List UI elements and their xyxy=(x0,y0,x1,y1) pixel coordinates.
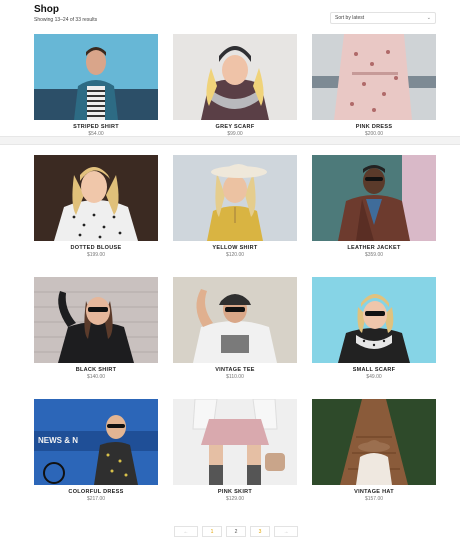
product-price: $157.00 xyxy=(364,496,384,502)
product-image-vintage-hat[interactable] xyxy=(312,399,436,485)
sort-select-label: Sort by latest xyxy=(335,15,365,21)
product-card[interactable]: DOTTED BLOUSE $199.00 xyxy=(34,155,158,259)
product-card[interactable]: YELLOW SHIRT $120.00 xyxy=(173,155,297,259)
product-image-black-shirt[interactable] xyxy=(34,277,158,363)
product-grid: STRIPED SHIRT $54.00 GREY SCARF $99.00 P… xyxy=(34,34,436,504)
product-price: $129.00 xyxy=(225,496,245,502)
product-name[interactable]: STRIPED SHIRT xyxy=(34,124,158,130)
next-page-button[interactable]: → xyxy=(274,526,298,537)
svg-text:NEWS & N: NEWS & N xyxy=(38,436,78,445)
product-name[interactable]: VINTAGE TEE xyxy=(173,367,297,373)
product-name[interactable]: GREY SCARF xyxy=(173,124,297,130)
product-name[interactable]: VINTAGE HAT xyxy=(312,489,436,495)
product-name[interactable]: COLORFUL DRESS xyxy=(34,489,158,495)
product-card[interactable]: BLACK SHIRT $140.00 xyxy=(34,277,158,381)
product-card[interactable]: VINTAGE HAT $157.00 xyxy=(312,399,436,503)
page-3-button[interactable]: 3 xyxy=(250,526,270,537)
product-name[interactable]: PINK SKIRT xyxy=(173,489,297,495)
product-image-dotted-blouse[interactable] xyxy=(34,155,158,241)
page-title: Shop xyxy=(34,4,59,15)
product-image-yellow-shirt[interactable] xyxy=(173,155,297,241)
product-card[interactable]: PINK DRESS $200.00 xyxy=(312,34,436,138)
product-image-striped-shirt[interactable] xyxy=(34,34,158,120)
product-name[interactable]: BLACK SHIRT xyxy=(34,367,158,373)
product-card[interactable]: VINTAGE TEE $110.00 xyxy=(173,277,297,381)
product-price: $49.00 xyxy=(366,374,382,380)
product-name[interactable]: YELLOW SHIRT xyxy=(173,245,297,251)
product-price: $120.00 xyxy=(225,252,245,258)
product-card[interactable]: GREY SCARF $99.00 xyxy=(173,34,297,138)
product-card[interactable]: SMALL SCARF $49.00 xyxy=(312,277,436,381)
product-price: $54.00 xyxy=(88,131,104,137)
product-card[interactable]: STRIPED SHIRT $54.00 xyxy=(34,34,158,138)
product-name[interactable]: SMALL SCARF xyxy=(312,367,436,373)
product-price: $359.00 xyxy=(364,252,384,258)
product-price: $110.00 xyxy=(226,374,244,380)
product-card[interactable]: NEWS & N COLORFUL DRESS $217.00 xyxy=(34,399,158,503)
product-image-leather-jacket[interactable] xyxy=(312,155,436,241)
product-card[interactable]: LEATHER JACKET $359.00 xyxy=(312,155,436,259)
product-price: $200.00 xyxy=(364,131,384,137)
product-image-pink-skirt[interactable] xyxy=(173,399,297,485)
product-image-grey-scarf[interactable] xyxy=(173,34,297,120)
product-image-vintage-tee[interactable] xyxy=(173,277,297,363)
product-name[interactable]: LEATHER JACKET xyxy=(312,245,436,251)
product-card[interactable]: PINK SKIRT $129.00 xyxy=(173,399,297,503)
product-price: $99.00 xyxy=(227,131,243,137)
page-2-button[interactable]: 2 xyxy=(226,526,246,537)
prev-page-button[interactable]: ← xyxy=(174,526,198,537)
product-price: $199.00 xyxy=(86,252,106,258)
page-1-button[interactable]: 1 xyxy=(202,526,222,537)
chevron-down-icon: ⌄ xyxy=(426,15,431,21)
product-image-small-scarf[interactable] xyxy=(312,277,436,363)
product-name[interactable]: PINK DRESS xyxy=(312,124,436,130)
product-image-colorful-dress[interactable]: NEWS & N xyxy=(34,399,158,485)
product-price: $140.00 xyxy=(86,374,106,380)
result-count: Showing 13–24 of 33 results xyxy=(34,17,98,23)
product-name[interactable]: DOTTED BLOUSE xyxy=(34,245,158,251)
pagination: ← 1 2 3 → xyxy=(174,526,298,537)
product-price: $217.00 xyxy=(86,496,106,502)
sort-select[interactable]: Sort by latest ⌄ xyxy=(330,12,436,24)
product-image-pink-dress[interactable] xyxy=(312,34,436,120)
